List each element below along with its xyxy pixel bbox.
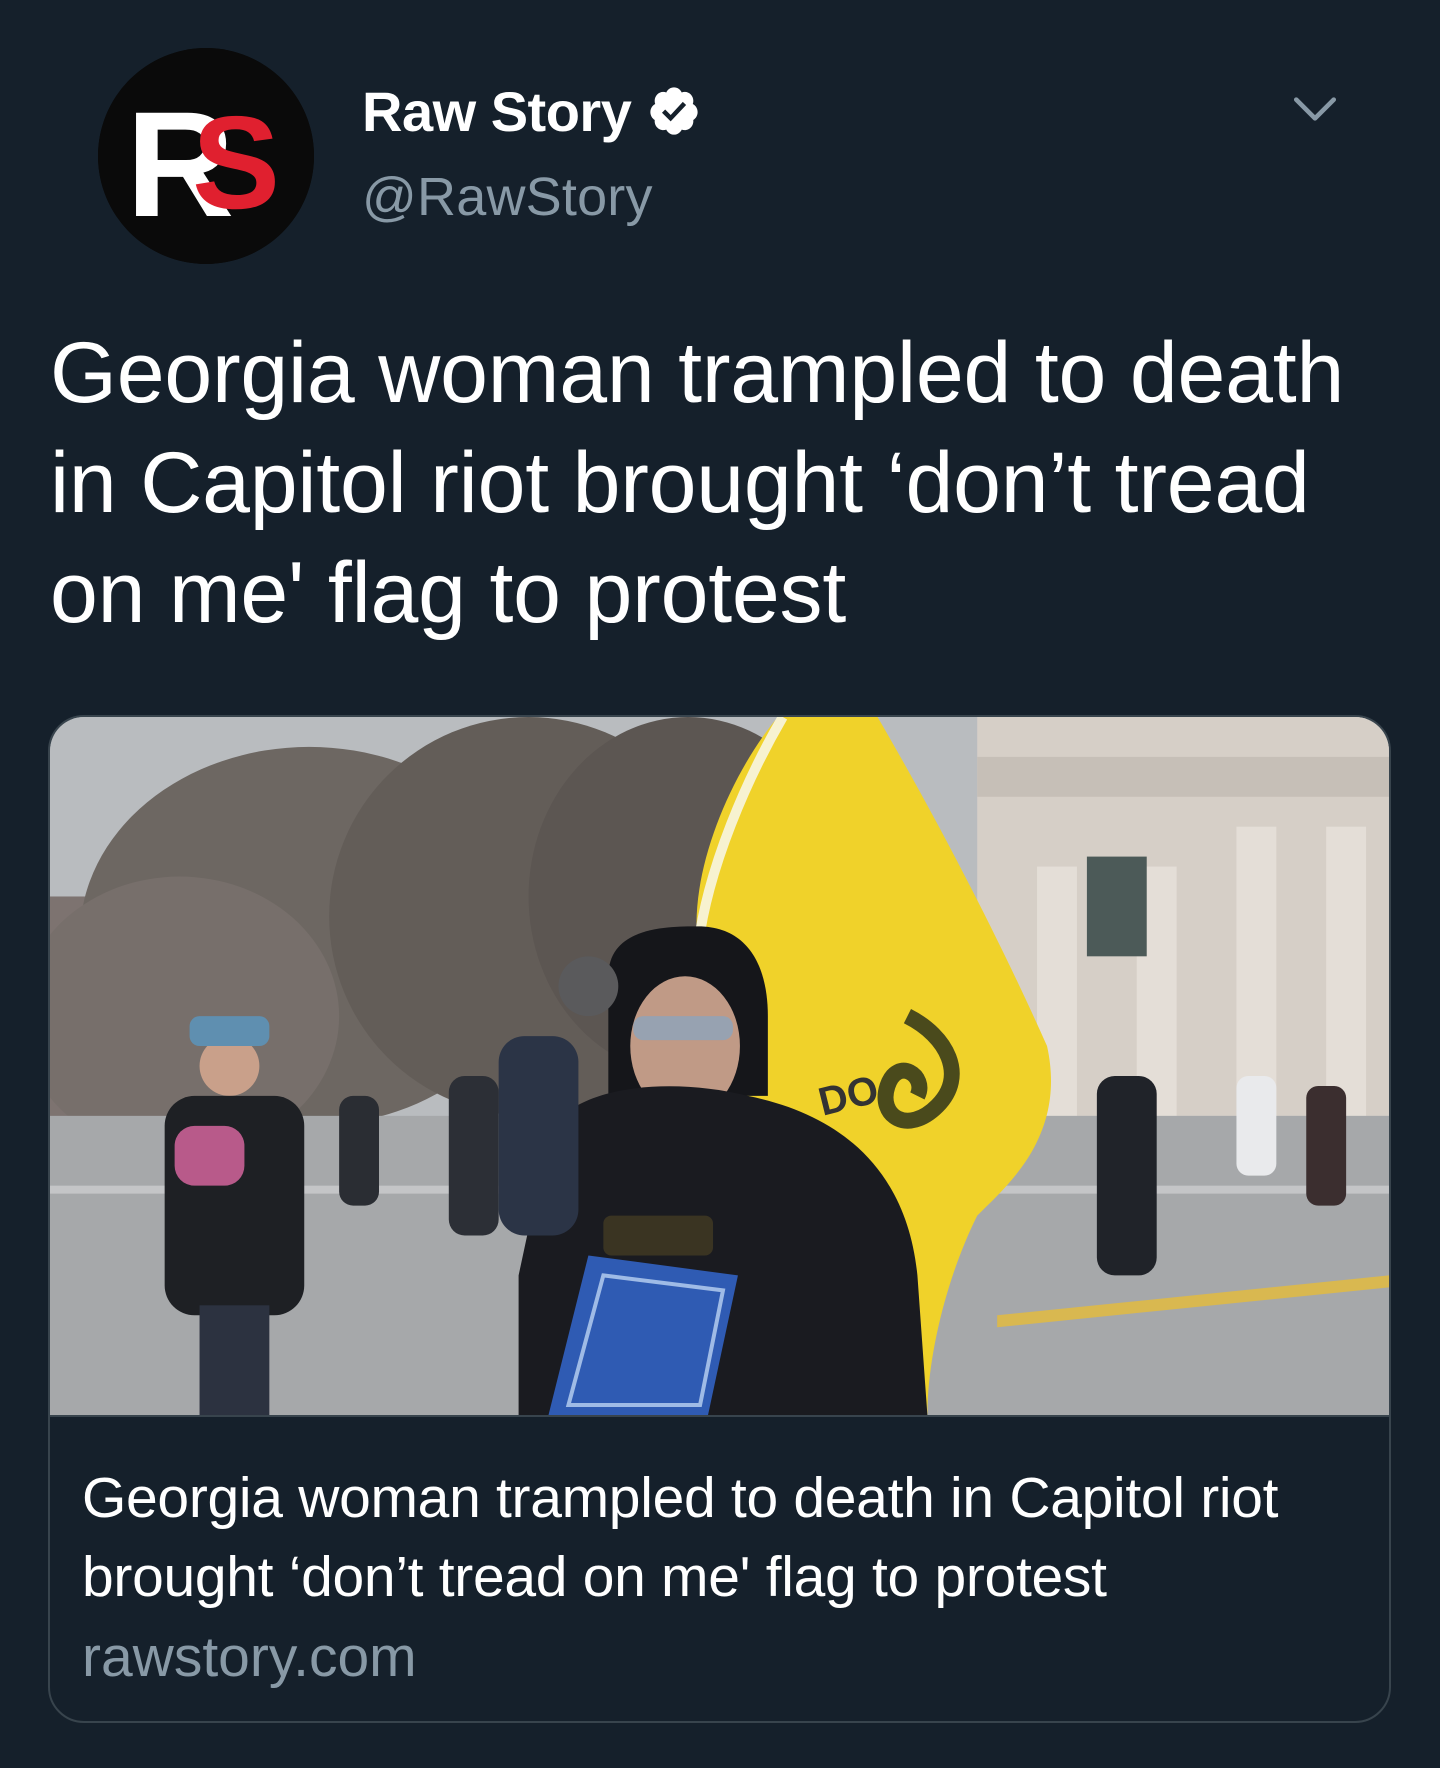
tweet-header: R S Raw Story @RawStory [50,0,1390,300]
card-domain: rawstory.com [82,1625,417,1689]
display-name[interactable]: Raw Story [362,79,632,144]
author-names: Raw Story @RawStory [362,76,701,228]
card-image[interactable]: DO [50,717,1389,1417]
verified-badge-icon [650,87,698,135]
svg-text:S: S [192,89,280,236]
display-name-row: Raw Story [362,76,701,146]
protest-photo: DO [50,717,1389,1415]
tweet: R S Raw Story @RawStory Georgia woman tr… [0,0,1440,1768]
card-body: Georgia woman trampled to death in Capit… [50,1417,1389,1695]
link-card[interactable]: DO Georgia woman trampled to death in Ca… [48,715,1391,1723]
tweet-text: Georgia woman trampled to death in Capit… [50,325,1345,641]
raw-story-logo: R S [98,48,314,264]
avatar[interactable]: R S [98,48,314,264]
author-handle[interactable]: @RawStory [362,166,701,228]
card-title[interactable]: Georgia woman trampled to death in Capit… [82,1459,1357,1617]
chevron-down-icon[interactable] [1290,84,1340,134]
